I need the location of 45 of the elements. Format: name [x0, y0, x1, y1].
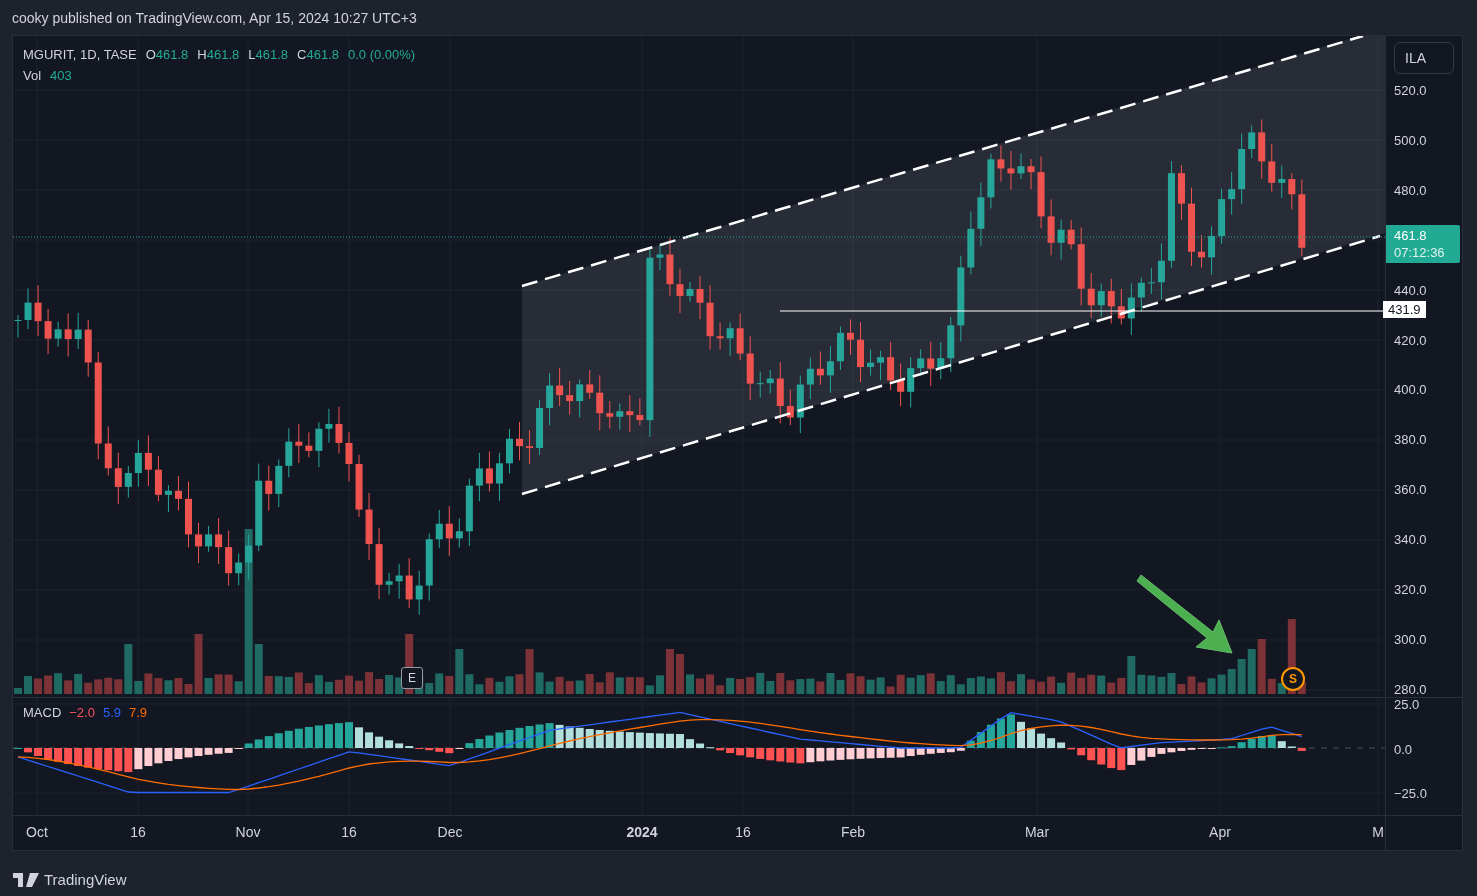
time-label: Apr [1209, 824, 1231, 840]
price-tick: 440.0 [1394, 282, 1427, 298]
time-label: Nov [235, 824, 261, 840]
publish-caption: cooky published on TradingView.com, Apr 15, 2024 10:27 UTC+3 [12, 9, 417, 26]
split-marker[interactable]: S [1281, 667, 1305, 691]
price-tick: 300.0 [1394, 631, 1427, 647]
macd-tick: −25.0 [1394, 785, 1427, 801]
time-label: Mar [1024, 824, 1050, 840]
price-tick: 480.0 [1394, 182, 1427, 198]
ohlc-value: C461.8 [297, 46, 339, 64]
price-tick: 380.0 [1394, 431, 1427, 447]
volume-label: Vol [23, 67, 42, 85]
indicator-label: MACD [23, 705, 62, 720]
price-tick: 360.0 [1394, 481, 1427, 497]
macd-tick: 0.0 [1394, 741, 1413, 756]
macd-tick: 25.0 [1394, 696, 1420, 712]
currency-button[interactable]: ILA [1394, 42, 1454, 74]
symbol-label: MGURIT, 1D, TASE [23, 46, 137, 64]
brand-name: TradingView [44, 871, 127, 888]
time-label: M [1372, 824, 1384, 840]
change-value: 0.0 (0.00%) [348, 46, 416, 64]
price-tick: 280.0 [1394, 681, 1427, 697]
ohlc-value: O461.8 [145, 46, 189, 64]
earnings-marker[interactable]: E [401, 667, 423, 689]
price-tick: 420.0 [1394, 332, 1427, 347]
indicator-value: 5.9 [102, 705, 122, 720]
last-price-tag: 461.8 07:12:36 [1386, 225, 1460, 263]
time-label: Feb [840, 824, 866, 840]
time-label: Oct [26, 824, 48, 840]
ohlc-value: H461.8 [197, 46, 240, 64]
time-label: Dec [437, 824, 463, 840]
price-tick: 500.0 [1394, 132, 1427, 148]
volume-value: 403 [50, 67, 72, 85]
price-tick: 400.0 [1394, 381, 1427, 397]
time-label: 16 [341, 824, 357, 840]
price-tick: 520.0 [1394, 82, 1427, 98]
time-label: 2024 [626, 824, 658, 840]
level-label: 431.9 [1383, 301, 1426, 318]
time-label: 16 [735, 824, 751, 840]
price-tick: 320.0 [1394, 581, 1427, 597]
price-tick: 340.0 [1394, 531, 1427, 547]
time-label: 16 [130, 824, 146, 840]
indicator-value: 7.9 [129, 705, 148, 720]
ohlc-value: L461.8 [248, 46, 289, 64]
indicator-value: −2.0 [69, 705, 95, 720]
